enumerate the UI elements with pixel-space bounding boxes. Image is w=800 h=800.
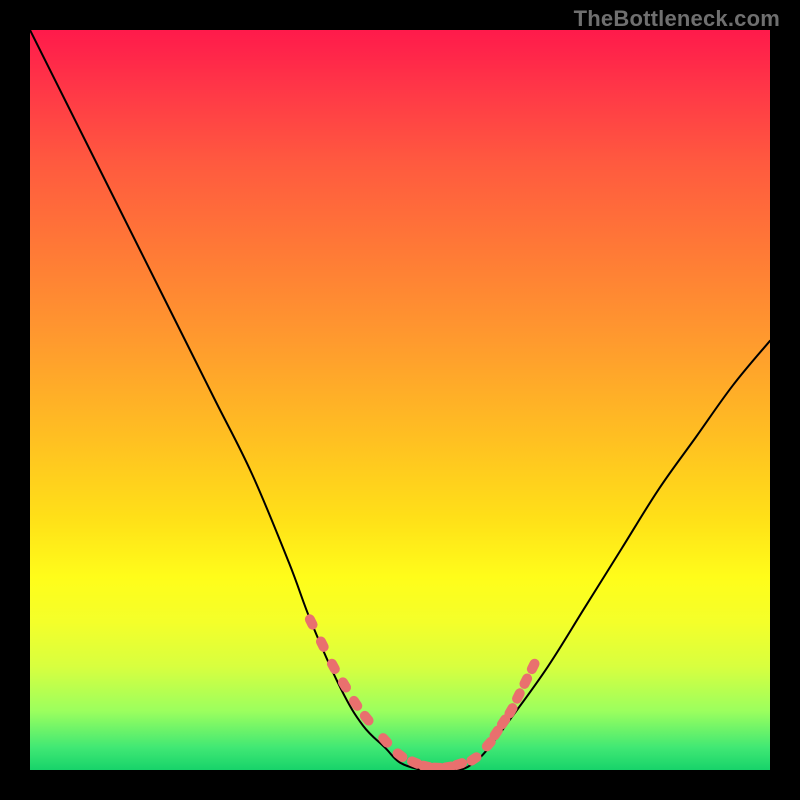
marker-point <box>303 613 319 632</box>
marker-point <box>518 672 534 691</box>
bottleneck-curve <box>30 30 770 770</box>
marker-point <box>391 746 410 764</box>
chart-svg <box>30 30 770 770</box>
chart-plot-area <box>30 30 770 770</box>
marker-point <box>465 750 484 767</box>
chart-frame: TheBottleneck.com <box>0 0 800 800</box>
marker-point <box>358 709 376 728</box>
watermark-text: TheBottleneck.com <box>574 6 780 32</box>
marker-point <box>376 731 394 750</box>
marker-point <box>510 687 526 706</box>
highlight-markers <box>303 613 541 770</box>
marker-point <box>525 657 541 676</box>
